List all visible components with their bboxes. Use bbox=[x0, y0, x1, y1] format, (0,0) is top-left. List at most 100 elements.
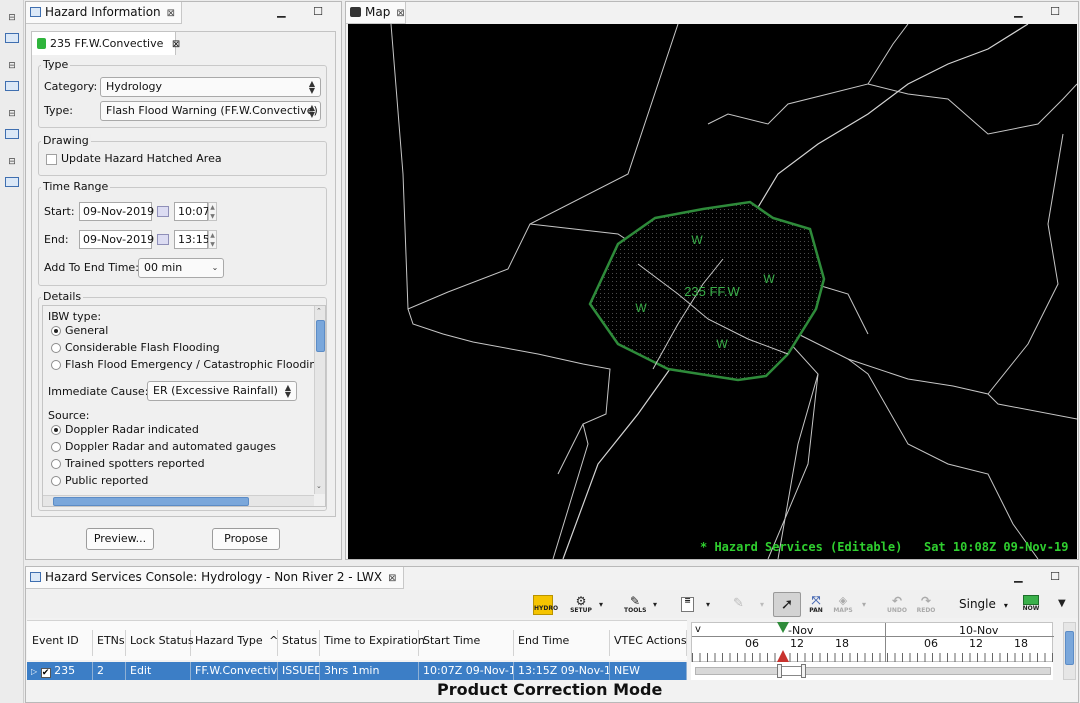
ibw-general-radio[interactable] bbox=[51, 326, 61, 336]
select-pointer-button[interactable]: ➚ bbox=[773, 592, 801, 617]
column-header-hazard-type[interactable]: Hazard Type ^ bbox=[191, 630, 278, 656]
document-icon[interactable]: ≡ bbox=[681, 597, 694, 612]
console-tab[interactable]: Hazard Services Console: Hydrology - Non… bbox=[26, 567, 404, 589]
timeline-menu[interactable]: v bbox=[695, 624, 701, 635]
mode-select[interactable]: Single ▾ bbox=[959, 597, 1008, 611]
start-time-handle[interactable] bbox=[777, 664, 782, 678]
map-canvas[interactable]: 235 FF.W W W W W * Hazard Services (Edit… bbox=[348, 23, 1078, 560]
console-scrollbar[interactable] bbox=[1063, 622, 1076, 680]
setup-button[interactable]: ⚙ SETUP bbox=[570, 595, 592, 615]
tools-button[interactable]: ✎ TOOLS bbox=[624, 595, 646, 615]
end-time-spinner[interactable]: ▲ ▼ bbox=[208, 230, 217, 249]
current-time-marker[interactable] bbox=[777, 622, 789, 633]
horizontal-scrollbar[interactable] bbox=[43, 495, 314, 506]
restore-icon[interactable]: ⊟ bbox=[5, 156, 19, 168]
map-tab[interactable]: Map ⊠ bbox=[346, 2, 406, 24]
timeline-ticks bbox=[692, 653, 1054, 662]
hydro-button[interactable]: HYDRO bbox=[533, 595, 558, 615]
chevron-down-icon[interactable]: ▾ bbox=[706, 600, 710, 609]
source-spotters-radio[interactable] bbox=[51, 459, 61, 469]
source-option-label: Trained spotters reported bbox=[65, 457, 205, 470]
source-option-label: Public reported bbox=[65, 474, 149, 487]
view-menu-icon[interactable]: ▼ bbox=[1058, 598, 1066, 609]
view-icon[interactable] bbox=[5, 33, 19, 43]
view-icon bbox=[30, 572, 41, 582]
row-checkbox[interactable]: ✔ bbox=[40, 668, 51, 678]
updown-icon: ▲ ▼ bbox=[308, 103, 316, 119]
selected-time-marker[interactable] bbox=[777, 650, 789, 662]
sort-ascending-icon: ^ bbox=[269, 634, 279, 647]
propose-button[interactable]: Propose bbox=[212, 528, 280, 550]
view-controls[interactable]: ▁ ☐ bbox=[1014, 570, 1072, 583]
expand-icon[interactable]: ▷ bbox=[31, 667, 37, 676]
source-public-radio[interactable] bbox=[51, 476, 61, 486]
lock-status-cell: Edit bbox=[126, 662, 191, 680]
view-controls[interactable]: ▁ ☐ bbox=[1014, 5, 1072, 18]
source-radar-radio[interactable] bbox=[51, 425, 61, 435]
restore-icon[interactable]: ⊟ bbox=[5, 12, 19, 24]
timeline-tick-label: 06 bbox=[924, 637, 938, 650]
map-icon bbox=[350, 7, 361, 17]
details-scroll-area[interactable]: IBW type: General Considerable Flash Flo… bbox=[42, 305, 326, 507]
timeline-header[interactable]: v -Nov 10-Nov 06 12 18 06 12 18 bbox=[691, 622, 1054, 663]
calendar-icon[interactable] bbox=[157, 206, 169, 217]
hazard-type-cell: FF.W.Convective bbox=[191, 662, 278, 680]
view-icon bbox=[30, 7, 41, 17]
view-icon[interactable] bbox=[5, 177, 19, 187]
source-radar-gauges-radio[interactable] bbox=[51, 442, 61, 452]
column-header-start-time[interactable]: Start Time bbox=[419, 630, 514, 656]
close-icon[interactable]: ⊠ bbox=[172, 39, 180, 50]
view-icon[interactable] bbox=[5, 129, 19, 139]
redo-button: ↷ REDO bbox=[916, 594, 936, 614]
redo-icon: ↷ bbox=[920, 594, 932, 608]
preview-button[interactable]: Preview... bbox=[86, 528, 154, 550]
ibw-emergency-radio[interactable] bbox=[51, 360, 61, 370]
view-icon[interactable] bbox=[5, 81, 19, 91]
end-time-field[interactable]: 13:15 bbox=[174, 230, 210, 249]
scroll-up-icon[interactable]: ⌃ bbox=[316, 307, 322, 315]
column-header-lock-status[interactable]: Lock Status bbox=[126, 630, 194, 656]
column-header-time-to-expiration[interactable]: Time to Expiration bbox=[320, 630, 425, 656]
immediate-cause-select[interactable]: ER (Excessive Rainfall) ▲ ▼ bbox=[147, 381, 297, 401]
column-header-etns[interactable]: ETNs bbox=[93, 630, 126, 656]
pencil-icon: ✎ bbox=[733, 596, 744, 611]
vertical-scrollbar[interactable]: ⌃ ⌄ bbox=[314, 306, 325, 494]
type-select[interactable]: Flash Flood Warning (FF.W.Convective) ▲ ▼ bbox=[100, 101, 321, 121]
scrollbar-thumb[interactable] bbox=[53, 497, 249, 506]
calendar-icon[interactable] bbox=[157, 234, 169, 245]
start-time-field[interactable]: 10:07 bbox=[174, 202, 210, 221]
column-header-vtec-actions[interactable]: VTEC Actions bbox=[610, 630, 687, 656]
column-header-end-time[interactable]: End Time bbox=[514, 630, 610, 656]
pan-button[interactable]: ⤧ PAN bbox=[806, 595, 826, 615]
end-date-field[interactable]: 09-Nov-2019 bbox=[79, 230, 154, 249]
scrollbar-thumb[interactable] bbox=[1065, 631, 1074, 665]
category-select[interactable]: Hydrology ▲ ▼ bbox=[100, 77, 321, 97]
column-header-status[interactable]: Status bbox=[278, 630, 320, 656]
event-tab[interactable]: 235 FF.W.Convective ⊠ bbox=[31, 31, 180, 55]
map-icon: ◈ bbox=[838, 594, 848, 607]
view-controls[interactable]: ▁ ☐ bbox=[277, 5, 335, 18]
timeline-track[interactable] bbox=[695, 667, 1051, 675]
now-button[interactable]: NOW bbox=[1021, 595, 1041, 615]
add-end-time-select[interactable]: 00 min ⌄ bbox=[138, 258, 224, 278]
ibw-considerable-radio[interactable] bbox=[51, 343, 61, 353]
column-header-event-id[interactable]: Event ID bbox=[28, 630, 93, 656]
scroll-down-icon[interactable]: ⌄ bbox=[316, 482, 322, 490]
restore-icon[interactable]: ⊟ bbox=[5, 60, 19, 72]
end-time-handle[interactable] bbox=[801, 664, 806, 678]
close-icon[interactable]: ⊠ bbox=[388, 573, 396, 584]
time-to-expiration-cell: 3hrs 1min bbox=[320, 662, 419, 680]
w-marker: W bbox=[691, 233, 703, 247]
close-icon[interactable]: ⊠ bbox=[167, 8, 175, 19]
scrollbar-thumb[interactable] bbox=[316, 320, 325, 352]
update-hatched-checkbox[interactable] bbox=[46, 154, 57, 165]
hazard-information-tab[interactable]: Hazard Information ⊠ bbox=[26, 2, 183, 24]
start-date-field[interactable]: 09-Nov-2019 bbox=[79, 202, 154, 221]
start-label: Start: bbox=[44, 205, 75, 218]
source-option-label: Doppler Radar indicated bbox=[65, 423, 199, 436]
close-icon[interactable]: ⊠ bbox=[396, 8, 404, 19]
chevron-down-icon[interactable]: ▾ bbox=[653, 600, 657, 609]
start-time-spinner[interactable]: ▲ ▼ bbox=[208, 202, 217, 221]
chevron-down-icon[interactable]: ▾ bbox=[599, 600, 603, 609]
restore-icon[interactable]: ⊟ bbox=[5, 108, 19, 120]
